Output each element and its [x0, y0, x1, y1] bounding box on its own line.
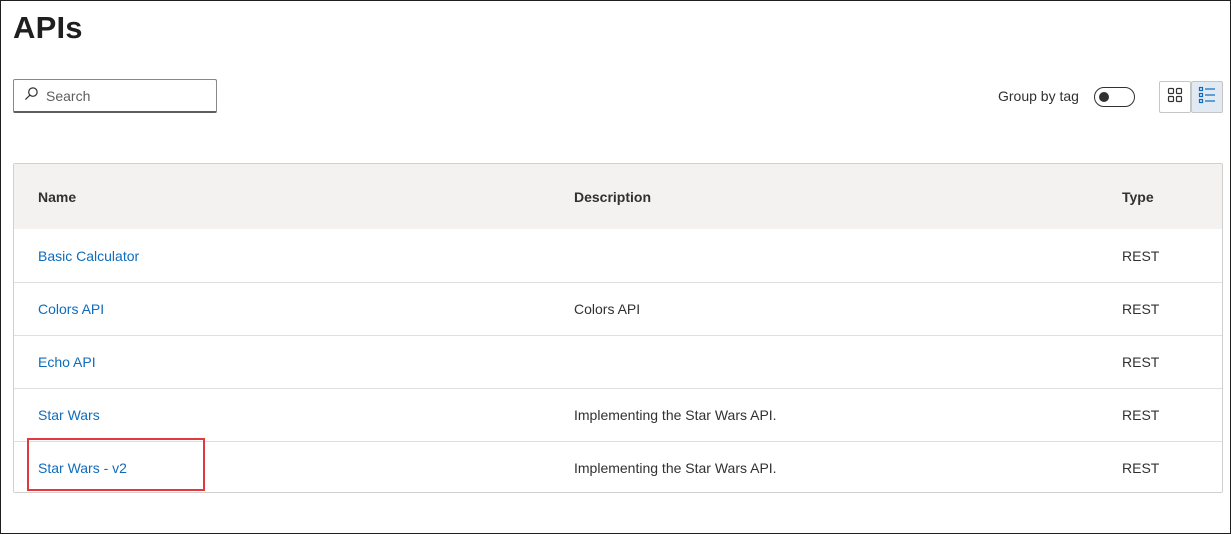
api-link[interactable]: Star Wars — [38, 407, 100, 423]
table-header: Name Description Type — [14, 164, 1222, 229]
api-type: REST — [1122, 354, 1160, 370]
apis-table: Name Description Type Basic Calculator R… — [13, 163, 1223, 493]
api-description: Colors API — [574, 301, 641, 317]
search-box[interactable] — [13, 79, 217, 113]
api-type: REST — [1122, 247, 1160, 264]
search-icon — [24, 86, 39, 106]
list-icon — [1198, 86, 1216, 109]
grid-view-button[interactable] — [1159, 81, 1191, 113]
column-header-description[interactable]: Description — [574, 189, 651, 205]
list-view-button[interactable] — [1191, 81, 1223, 113]
search-input[interactable] — [46, 87, 206, 104]
table-row: Echo API REST — [14, 335, 1222, 388]
api-link[interactable]: Star Wars - v2 — [38, 460, 127, 476]
column-header-type[interactable]: Type — [1122, 189, 1154, 205]
api-type: REST — [1122, 407, 1160, 423]
grid-icon — [1167, 87, 1183, 108]
group-by-tag-label: Group by tag — [998, 88, 1079, 104]
table-row: Star Wars - v2 Implementing the Star War… — [14, 441, 1222, 492]
api-link[interactable]: Colors API — [38, 301, 104, 317]
table-row: Basic Calculator REST — [14, 229, 1222, 282]
api-description: Implementing the Star Wars API. — [574, 407, 777, 423]
table-row: Colors API Colors API REST — [14, 282, 1222, 335]
page-title: APIs — [13, 10, 83, 45]
api-description: Implementing the Star Wars API. — [574, 460, 777, 476]
table-row: Star Wars Implementing the Star Wars API… — [14, 388, 1222, 441]
group-by-tag-toggle[interactable] — [1094, 87, 1135, 107]
api-link[interactable]: Basic Calculator — [38, 248, 139, 264]
api-type: REST — [1122, 460, 1160, 476]
column-header-name[interactable]: Name — [38, 189, 76, 205]
api-type: REST — [1122, 301, 1160, 317]
toggle-knob — [1099, 92, 1109, 102]
api-link[interactable]: Echo API — [38, 354, 96, 370]
